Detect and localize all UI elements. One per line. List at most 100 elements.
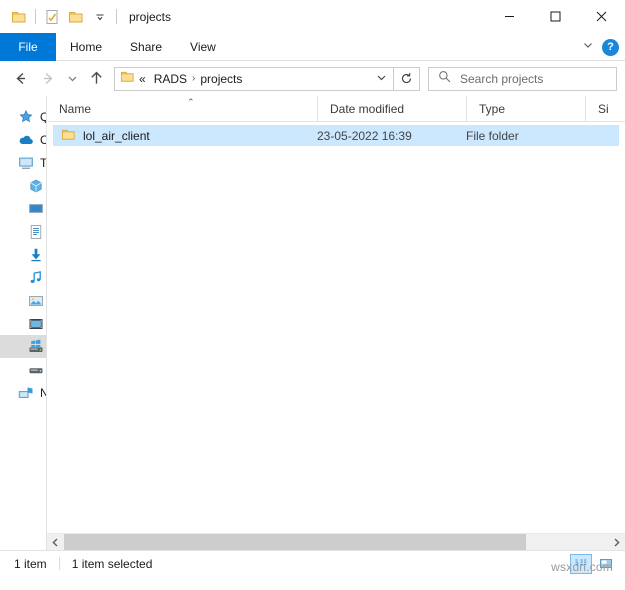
recent-locations-icon[interactable] (62, 65, 82, 93)
sidebar-item-local-disk-d[interactable]: Local Disk (D:) (0, 358, 46, 381)
network-icon (18, 385, 34, 401)
chevron-down-icon[interactable] (88, 5, 112, 29)
star-icon (18, 109, 34, 125)
sidebar-item-downloads[interactable]: Downloads (0, 243, 46, 266)
column-header-type[interactable]: Type (466, 95, 585, 122)
view-mode-buttons (570, 554, 617, 574)
status-selection: 1 item selected (71, 556, 153, 571)
back-button[interactable] (6, 65, 34, 93)
scrollbar-track[interactable] (64, 533, 608, 551)
sidebar-item-desktop[interactable]: Desktop (0, 197, 46, 220)
column-header-label: Name (59, 101, 92, 116)
sidebar-item-3d-objects[interactable]: 3D Objects (0, 174, 46, 197)
navigation-pane: Quick access OneDrive This PC 3D Objects (0, 96, 47, 550)
file-list-pane: Name ⌃ Date modified Type Si lol_air_cli… (47, 95, 625, 551)
sidebar-item-label: OneDrive (40, 133, 46, 147)
expand-ribbon-icon[interactable] (582, 38, 594, 56)
cloud-icon (18, 132, 34, 148)
file-explorer-window: projects File Home Share View ? « RADS ›… (0, 0, 625, 590)
minimize-button[interactable] (486, 0, 532, 33)
new-folder-icon[interactable] (64, 5, 88, 29)
breadcrumb-folder-icon (120, 69, 135, 89)
up-button[interactable] (82, 65, 110, 93)
sidebar-item-label: Network (40, 386, 46, 400)
sort-ascending-icon: ⌃ (187, 96, 195, 107)
help-icon[interactable]: ? (602, 38, 619, 56)
toolbar-separator-2 (116, 9, 117, 24)
breadcrumb[interactable]: « RADS › projects (114, 66, 394, 91)
details-view-button[interactable] (570, 554, 592, 574)
ribbon-tabs: File Home Share View ? (0, 33, 625, 61)
sidebar-item-music[interactable]: Music (0, 266, 46, 289)
cell-name: lol_air_client (53, 127, 317, 145)
breadcrumb-dropdown-icon[interactable] (371, 72, 391, 86)
tab-share[interactable]: Share (116, 33, 176, 61)
column-header-name[interactable]: Name ⌃ (47, 96, 317, 122)
scroll-right-button[interactable] (608, 533, 625, 551)
quick-access-toolbar (7, 0, 121, 33)
monitor-icon (18, 155, 34, 171)
tab-home[interactable]: Home (56, 33, 116, 61)
scrollbar-thumb[interactable] (64, 533, 526, 551)
column-header-label: Type (479, 101, 506, 116)
system-drive-icon (28, 339, 44, 355)
window-controls (486, 0, 625, 33)
drive-icon (28, 362, 44, 378)
sidebar-item-pictures[interactable]: Pictures (0, 289, 46, 312)
sidebar-item-label: Quick access (40, 110, 46, 124)
status-item-count: 1 item (14, 556, 47, 571)
column-header-label: Date modified (330, 101, 405, 116)
breadcrumb-item-projects[interactable]: projects (196, 72, 246, 86)
tab-view[interactable]: View (176, 33, 230, 61)
tab-file[interactable]: File (0, 33, 56, 61)
breadcrumb-item-rads[interactable]: RADS (150, 72, 191, 86)
sidebar-item-local-disk-c[interactable]: Local Disk (C:) (0, 335, 46, 358)
column-header-date-modified[interactable]: Date modified (317, 95, 466, 122)
breadcrumb-path: « RADS › projects (135, 72, 371, 86)
sidebar-item-this-pc[interactable]: This PC (0, 151, 46, 174)
close-button[interactable] (578, 0, 625, 33)
sidebar-item-onedrive[interactable]: OneDrive (0, 128, 46, 151)
large-icons-view-button[interactable] (595, 554, 617, 574)
refresh-button[interactable] (394, 66, 420, 91)
folder-icon (61, 127, 76, 145)
documents-icon (28, 224, 44, 240)
ribbon-actions: ? (582, 33, 619, 61)
column-headers: Name ⌃ Date modified Type Si (47, 95, 625, 122)
table-row[interactable]: lol_air_client 23-05-2022 16:39 File fol… (53, 125, 619, 146)
status-separator (58, 557, 60, 570)
file-list: lol_air_client 23-05-2022 16:39 File fol… (47, 122, 625, 533)
sidebar-item-network[interactable]: Network (0, 381, 46, 404)
folder-icon[interactable] (7, 5, 31, 29)
column-header-size[interactable]: Si (585, 95, 625, 122)
forward-button[interactable] (34, 65, 62, 93)
address-bar: « RADS › projects Search projects (0, 61, 625, 96)
title-bar: projects (0, 0, 625, 33)
videos-icon (28, 316, 44, 332)
column-header-label: Si (598, 101, 609, 116)
breadcrumb-overflow[interactable]: « (135, 72, 150, 86)
cell-type: File folder (466, 128, 519, 143)
sidebar-item-label: This PC (40, 155, 47, 170)
pictures-icon (28, 293, 44, 309)
search-icon (438, 70, 451, 88)
scroll-left-button[interactable] (47, 533, 64, 551)
music-icon (28, 270, 44, 286)
cube-icon (28, 178, 44, 194)
properties-icon[interactable] (40, 5, 64, 29)
sidebar-item-videos[interactable]: Videos (0, 312, 46, 335)
explorer-body: Quick access OneDrive This PC 3D Objects (0, 95, 625, 551)
status-bar: 1 item 1 item selected wsxdn.com (0, 550, 625, 576)
cell-date-modified: 23-05-2022 16:39 (317, 128, 412, 143)
search-placeholder: Search projects (460, 71, 544, 86)
horizontal-scrollbar[interactable] (47, 533, 625, 551)
search-input[interactable]: Search projects (428, 66, 617, 91)
window-title: projects (129, 9, 172, 24)
desktop-icon (28, 201, 44, 217)
toolbar-separator-1 (35, 9, 36, 24)
sidebar-item-documents[interactable]: Documents (0, 220, 46, 243)
download-icon (28, 247, 44, 263)
sidebar-item-quick-access[interactable]: Quick access (0, 105, 46, 128)
file-name-label: lol_air_client (83, 128, 150, 143)
maximize-button[interactable] (532, 0, 578, 33)
